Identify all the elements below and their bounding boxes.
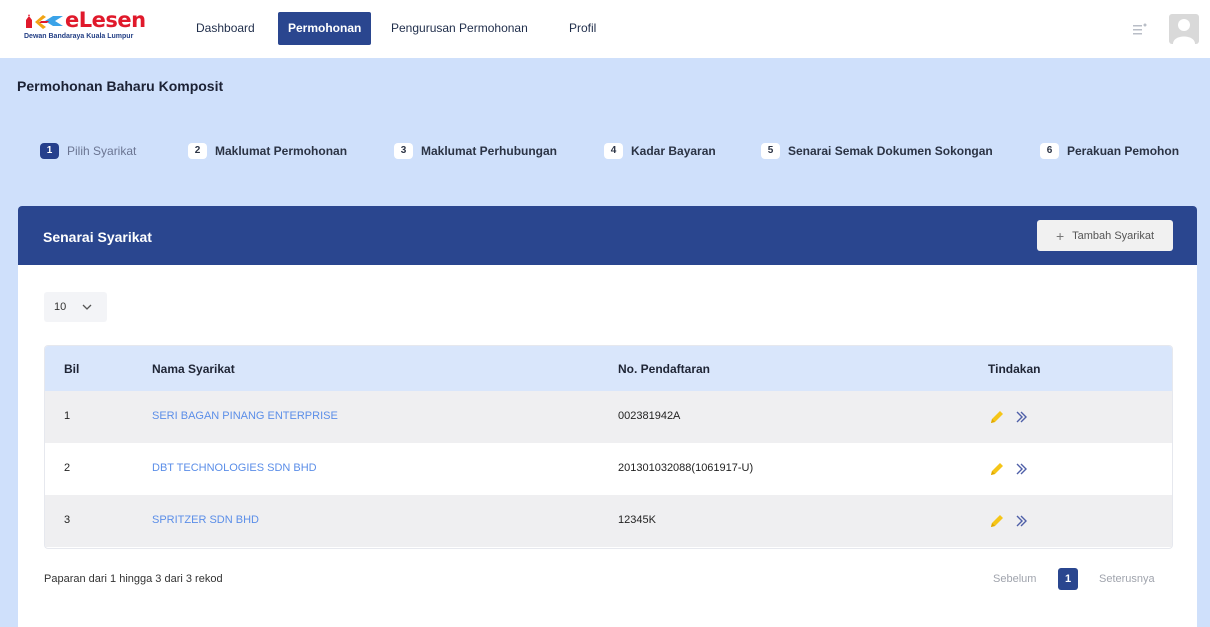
nav-dashboard[interactable]: Dashboard: [196, 12, 255, 45]
step-number: 1: [40, 143, 59, 159]
chevron-right-double-icon[interactable]: [1015, 410, 1029, 424]
step-perakuan-pemohon[interactable]: 6 Perakuan Pemohon: [1040, 140, 1179, 162]
cell-registration-no: 002381942A: [618, 410, 681, 422]
cell-bil: 3: [64, 514, 71, 526]
column-header-nama[interactable]: Nama Syarikat: [152, 362, 235, 376]
page-title: Permohonan Baharu Komposit: [17, 78, 224, 94]
table-row: 2 DBT TECHNOLOGIES SDN BHD 201301032088(…: [45, 443, 1172, 495]
step-label: Perakuan Pemohon: [1067, 144, 1180, 158]
company-name-link[interactable]: SERI BAGAN PINANG ENTERPRISE: [152, 410, 338, 422]
page-size-value: 10: [54, 301, 67, 313]
step-number: 6: [1040, 143, 1059, 159]
chevron-down-icon: [82, 304, 92, 310]
nav-permohonan[interactable]: Permohonan: [278, 12, 372, 45]
company-list-card: Senarai Syarikat + Tambah Syarikat 10 Bi…: [18, 206, 1197, 627]
company-name-link[interactable]: DBT TECHNOLOGIES SDN BHD: [152, 462, 317, 474]
cell-registration-no: 12345K: [618, 514, 656, 526]
step-senarai-semak[interactable]: 5 Senarai Semak Dokumen Sokongan: [761, 140, 993, 162]
step-kadar-bayaran[interactable]: 4 Kadar Bayaran: [604, 140, 716, 162]
cell-bil: 2: [64, 462, 71, 474]
brand-name: eLesen: [65, 8, 146, 32]
row-actions: [989, 459, 1049, 479]
add-company-button[interactable]: + Tambah Syarikat: [1037, 220, 1173, 251]
cell-bil: 1: [64, 410, 71, 422]
step-number: 2: [188, 143, 207, 159]
step-label: Senarai Semak Dokumen Sokongan: [788, 144, 993, 158]
table-header: Bil Nama Syarikat No. Pendaftaran Tindak…: [45, 346, 1172, 391]
nav-pengurusan-permohonan[interactable]: Pengurusan Permohonan: [391, 12, 528, 45]
card-title: Senarai Syarikat: [43, 229, 152, 245]
plus-icon: +: [1055, 227, 1065, 244]
table-info: Paparan dari 1 hingga 3 dari 3 rekod: [44, 573, 223, 585]
step-number: 3: [394, 143, 413, 159]
column-header-no-pendaftaran[interactable]: No. Pendaftaran: [618, 362, 710, 376]
row-actions: [989, 511, 1049, 531]
cell-registration-no: 201301032088(1061917-U): [618, 462, 754, 474]
table-row: 3 SPRITZER SDN BHD 12345K: [45, 495, 1172, 547]
table-row: 1 SERI BAGAN PINANG ENTERPRISE 002381942…: [45, 391, 1172, 443]
add-company-label: Tambah Syarikat: [1072, 229, 1155, 242]
company-table: Bil Nama Syarikat No. Pendaftaran Tindak…: [44, 345, 1173, 549]
step-maklumat-permohonan[interactable]: 2 Maklumat Permohonan: [188, 140, 347, 162]
step-label: Kadar Bayaran: [631, 144, 716, 158]
top-navbar: eLesen Dewan Bandaraya Kuala Lumpur Dash…: [0, 0, 1210, 58]
brand-subtitle: Dewan Bandaraya Kuala Lumpur: [24, 33, 134, 40]
chevron-right-double-icon[interactable]: [1015, 462, 1029, 476]
pagination-page-1[interactable]: 1: [1058, 568, 1078, 590]
pencil-icon[interactable]: [989, 409, 1005, 425]
user-avatar-icon[interactable]: [1169, 14, 1199, 44]
menu-icon[interactable]: [1133, 23, 1147, 35]
step-pilih-syarikat[interactable]: 1 Pilih Syarikat: [40, 140, 136, 162]
logo-mark-icon: [26, 14, 63, 29]
card-header: Senarai Syarikat + Tambah Syarikat: [18, 206, 1197, 265]
step-label: Maklumat Permohonan: [215, 144, 348, 158]
row-actions: [989, 407, 1049, 427]
pencil-icon[interactable]: [989, 513, 1005, 529]
company-name-link[interactable]: SPRITZER SDN BHD: [152, 514, 259, 526]
brand-logo[interactable]: eLesen Dewan Bandaraya Kuala Lumpur: [23, 8, 178, 46]
column-header-bil[interactable]: Bil: [64, 362, 79, 376]
step-label: Maklumat Perhubungan: [421, 144, 558, 158]
pagination-prev[interactable]: Sebelum: [993, 573, 1036, 585]
pagination-next[interactable]: Seterusnya: [1099, 573, 1155, 585]
pencil-icon[interactable]: [989, 461, 1005, 477]
step-number: 4: [604, 143, 623, 159]
step-maklumat-perhubungan[interactable]: 3 Maklumat Perhubungan: [394, 140, 557, 162]
step-number: 5: [761, 143, 780, 159]
nav-profil[interactable]: Profil: [569, 12, 596, 45]
chevron-right-double-icon[interactable]: [1015, 514, 1029, 528]
column-header-tindakan: Tindakan: [988, 362, 1041, 376]
page-size-select[interactable]: 10: [44, 292, 107, 322]
step-label: Pilih Syarikat: [67, 144, 137, 158]
